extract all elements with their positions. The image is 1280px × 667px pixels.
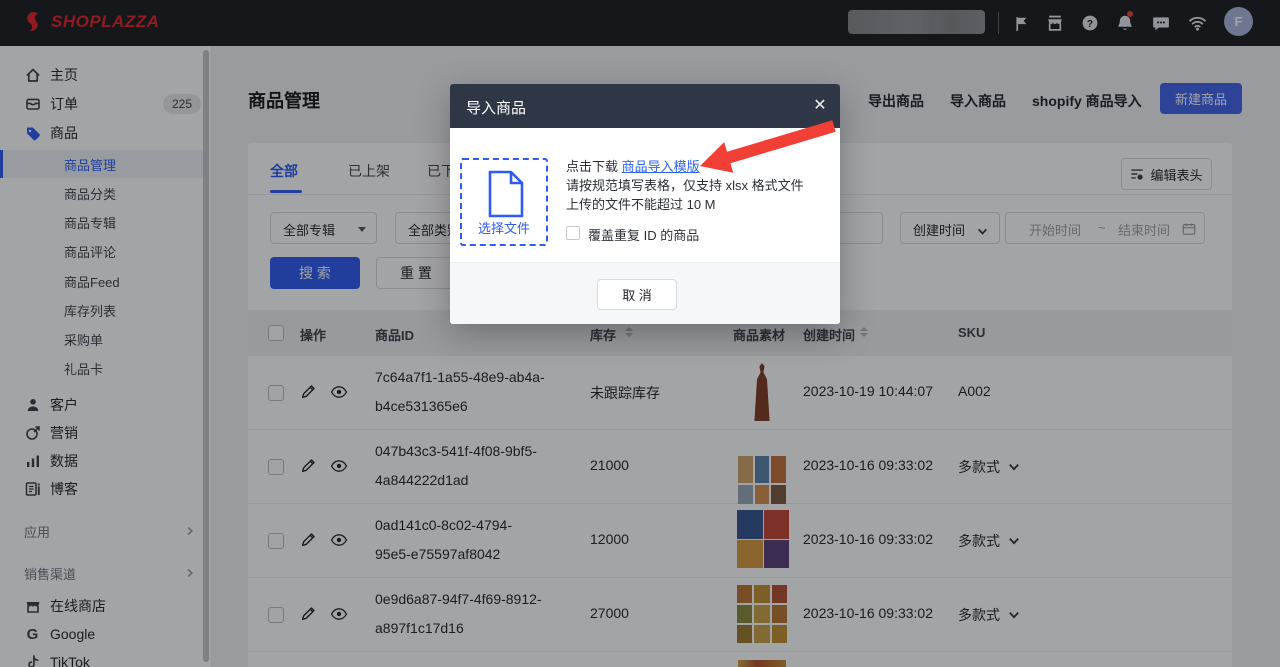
- overwrite-checkbox-label: 覆盖重复 ID 的商品: [588, 225, 699, 244]
- close-icon[interactable]: ✕: [810, 96, 830, 116]
- modal-footer: 取 消: [450, 262, 840, 324]
- modal-header: 导入商品 ✕: [450, 84, 840, 128]
- file-icon: [486, 170, 526, 218]
- modal-title: 导入商品: [466, 97, 526, 118]
- app: SHOPLAZZA ? F 主页 订单: [0, 0, 1280, 667]
- size-tip: 上传的文件不能超过 10 M: [566, 194, 716, 213]
- overwrite-checkbox[interactable]: [566, 226, 580, 240]
- import-products-modal: 导入商品 ✕ 选择文件 点击下载 商品导入模版 请按规范填写表格，仅支持 xls…: [450, 84, 840, 324]
- file-select-dropzone[interactable]: 选择文件: [460, 158, 548, 246]
- format-tip: 请按规范填写表格，仅支持 xlsx 格式文件: [566, 175, 804, 194]
- template-download-link[interactable]: 商品导入模版: [622, 159, 700, 174]
- download-tip-prefix: 点击下载: [566, 159, 622, 174]
- download-tip: 点击下载 商品导入模版: [566, 156, 700, 175]
- cancel-button[interactable]: 取 消: [597, 279, 677, 310]
- file-select-label: 选择文件: [462, 218, 546, 237]
